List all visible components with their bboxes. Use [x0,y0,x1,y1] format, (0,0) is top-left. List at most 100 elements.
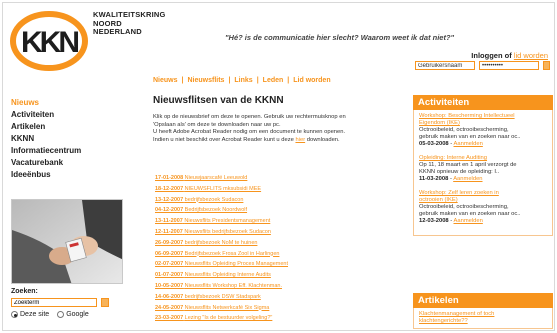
activity-title[interactable]: Workshop: Bescherming Intellectueel Eigen… [419,113,547,127]
list-item[interactable]: 14-06-2007 bedrijfsbezoek DSW Stadspark [155,292,397,303]
artikelen-heading: Artikelen [413,293,553,308]
right-sidebar: Activiteiten Workshop: Bescherming Intel… [413,95,553,330]
news-title: Nieuwsflits Workshop Eff. Klachtenman. [184,282,282,289]
activity-desc: Octrooibeleid, octrooibescherming, gebrui… [419,204,547,218]
sidebar-item-vacaturebank[interactable]: Vacaturebank [11,157,81,169]
topnav-leden[interactable]: Leden [263,77,284,84]
news-date: 17-01-2008 [155,175,184,181]
kknn-logo[interactable]: KKN [9,7,89,71]
sidebar-item-artikelen[interactable]: Artikelen [11,121,81,133]
nav-separator: | [256,77,259,84]
activiteiten-heading: Activiteiten [413,95,553,110]
activity-item: Workshop: Bescherming Intellectueel Eigen… [419,113,547,148]
list-item[interactable]: 18-12-2007 NIEUWSFLITS mksubsidi MEE [155,184,397,195]
sidebar-nav: Nieuws Activiteiten Artikelen KKNN Infor… [11,97,81,181]
radio-selected-icon [11,311,18,318]
news-title: Nieuwjaarscafé Leeuwold [184,175,248,181]
news-title: Lezing "Is de bestuurder volgeling?" [184,315,273,322]
sidebar-item-ideeenbus[interactable]: Ideeënbus [11,169,81,181]
activity-title-line: Eigendom (IKE) [419,120,460,126]
download-link[interactable]: hier [295,137,305,143]
activity-title-line: octrooien (IKE) [419,197,458,203]
activity-desc-line: Op 11, 18 maart en 1 april verzorgt de [419,162,517,168]
activity-title[interactable]: Workshop: Zelf leren zoeken in octrooien … [419,190,547,204]
activity-meta: 11-03-2008 - Aanmelden [419,176,483,182]
list-item[interactable]: 23-03-2007 Lezing "Is de bestuurder volg… [155,313,397,324]
news-title: Nieuwsflits bedrijfsbezoek Sudacon [184,228,271,235]
activity-desc-line: KKNN opnieuw de opleiding: I.. [419,169,500,175]
sidebar-item-nieuws[interactable]: Nieuws [11,97,81,109]
radio-google[interactable]: Google [57,311,89,318]
news-title: Bedrijfsbezoek Noordwolf [184,207,248,214]
news-date: 06-09-2007 [155,250,184,257]
username-field[interactable] [415,61,475,70]
news-title: Nieuwsflits Presidentsmanagement [184,218,271,225]
login-button[interactable] [543,61,550,70]
list-item[interactable]: 17-01-2008 Nieuwjaarscafé Leeuwold [155,173,397,184]
nav-separator: | [228,77,231,84]
password-field[interactable] [479,61,539,70]
nav-separator: | [181,77,184,84]
news-title: Nieuwsflits Netwerkcafé Six Sigma [184,304,270,311]
top-nav: Nieuws | Nieuwsflits | Links | Leden | Lid worde… [153,77,331,84]
aanmelden-link[interactable]: Aanmelden [454,141,483,147]
aanmelden-link[interactable]: Aanmelden [454,218,483,224]
search-form [11,298,109,307]
activity-title[interactable]: Opleiding: Interne Auditing [419,155,547,162]
news-title: bedrijfsbezoek DSW Stadspark [184,293,261,300]
list-item[interactable]: 10-05-2007 Nieuwsflits Workshop Eff. Kla… [155,281,397,292]
activity-title-line: Opleiding: Interne Auditing [419,155,488,161]
nav-separator: | [287,77,290,84]
artikelen-list: Klachtenmanagement of toch klachtengerich… [413,308,553,329]
sidebar-item-kknn[interactable]: KKNN [11,133,81,145]
radio-unselected-icon [57,311,65,318]
handshake-photo [11,199,123,284]
list-item[interactable]: 13-12-2007 bedrijfsbezoek Sudacon [155,195,397,206]
search-input[interactable] [11,298,97,307]
list-item[interactable]: 01-07-2007 Nieuwsflits Opleiding Interne… [155,270,397,281]
intro-line: U heeft Adobe Acrobat Reader nodig om ee… [153,129,346,136]
article-line: Klachtenmanagement of toch [419,311,495,317]
activity-desc-line: gebruik maken van en zoeken naar oc.. [419,211,521,217]
topnav-links[interactable]: Links [234,77,252,84]
topnav-nieuws[interactable]: Nieuws [153,77,178,84]
news-title: Nieuwsflits Opleiding Proces Management [184,261,288,268]
list-item[interactable]: 24-05-2007 Nieuwsflits Netwerkcafé Six S… [155,303,397,314]
radio-label: Google [66,311,89,318]
news-title: Bedrijfsbezoek Frosa Zool in Harlingen [184,250,280,257]
sidebar-item-informatiecentrum[interactable]: Informatiecentrum [11,145,81,157]
logo-wordmark: KWALITEITSKRING NOORD NEDERLAND [93,10,213,37]
tagline: "Hé? is de communicatie hier slecht? Waa… [225,33,455,42]
news-date: 02-07-2007 [155,261,184,268]
topnav-lid-worden[interactable]: Lid worden [293,77,330,84]
news-title: Nieuwsflits Opleiding Interne Audits [184,272,271,279]
list-item[interactable]: 12-11-2007 Nieuwsflits bedrijfsbezoek Su… [155,227,397,238]
activiteiten-list: Workshop: Bescherming Intellectueel Eigen… [413,110,553,236]
list-item[interactable]: 26-09-2007 bedrijfsbezoek NoM te huinen [155,238,397,249]
radio-deze-site[interactable]: Deze site [11,311,49,318]
intro-line: Indien u niet beschikt over Acrobat Read… [153,137,393,145]
intro-text-part: downloaden. [306,136,340,143]
list-item[interactable]: 13-11-2007 Nieuwsflits Presidentsmanagem… [155,216,397,227]
activity-desc-line: Octrooibeleid, octrooibescherming, [419,127,509,133]
activity-desc-line: gebruik maken van en zoeken naar oc.. [419,134,521,140]
list-item[interactable]: 02-07-2007 Nieuwsflits Opleiding Proces … [155,259,397,270]
list-item[interactable]: 06-09-2007 Bedrijfsbezoek Frosa Zool in … [155,249,397,260]
activity-title-line: Workshop: Zelf leren zoeken in [419,190,499,196]
newsflash-list: 17-01-2008 Nieuwjaarscafé Leeuwold 18-12… [155,173,397,324]
list-item[interactable]: 04-12-2007 Bedrijfsbezoek Noordwolf [155,205,397,216]
topnav-nieuwsflits[interactable]: Nieuwsflits [187,77,224,84]
article-link[interactable]: Klachtenmanagement of toch klachtengerich… [419,311,547,325]
article-line: klachtengerichte?? [419,318,468,324]
news-date: 24-05-2007 [155,304,184,311]
sidebar-item-activiteiten[interactable]: Activiteiten [11,109,81,121]
news-date: 01-07-2007 [155,272,184,279]
login-title: Inloggen of lid worden [471,51,548,60]
activity-title-line: Workshop: Bescherming Intellectueel [419,113,515,119]
register-link[interactable]: lid worden [514,51,548,60]
aanmelden-link[interactable]: Aanmelden [453,176,482,182]
search-button[interactable] [101,298,109,307]
login-form [415,61,550,70]
activity-item: Workshop: Zelf leren zoeken in octrooien … [419,190,547,225]
activity-desc: Octrooibeleid, octrooibescherming, gebrui… [419,127,547,141]
